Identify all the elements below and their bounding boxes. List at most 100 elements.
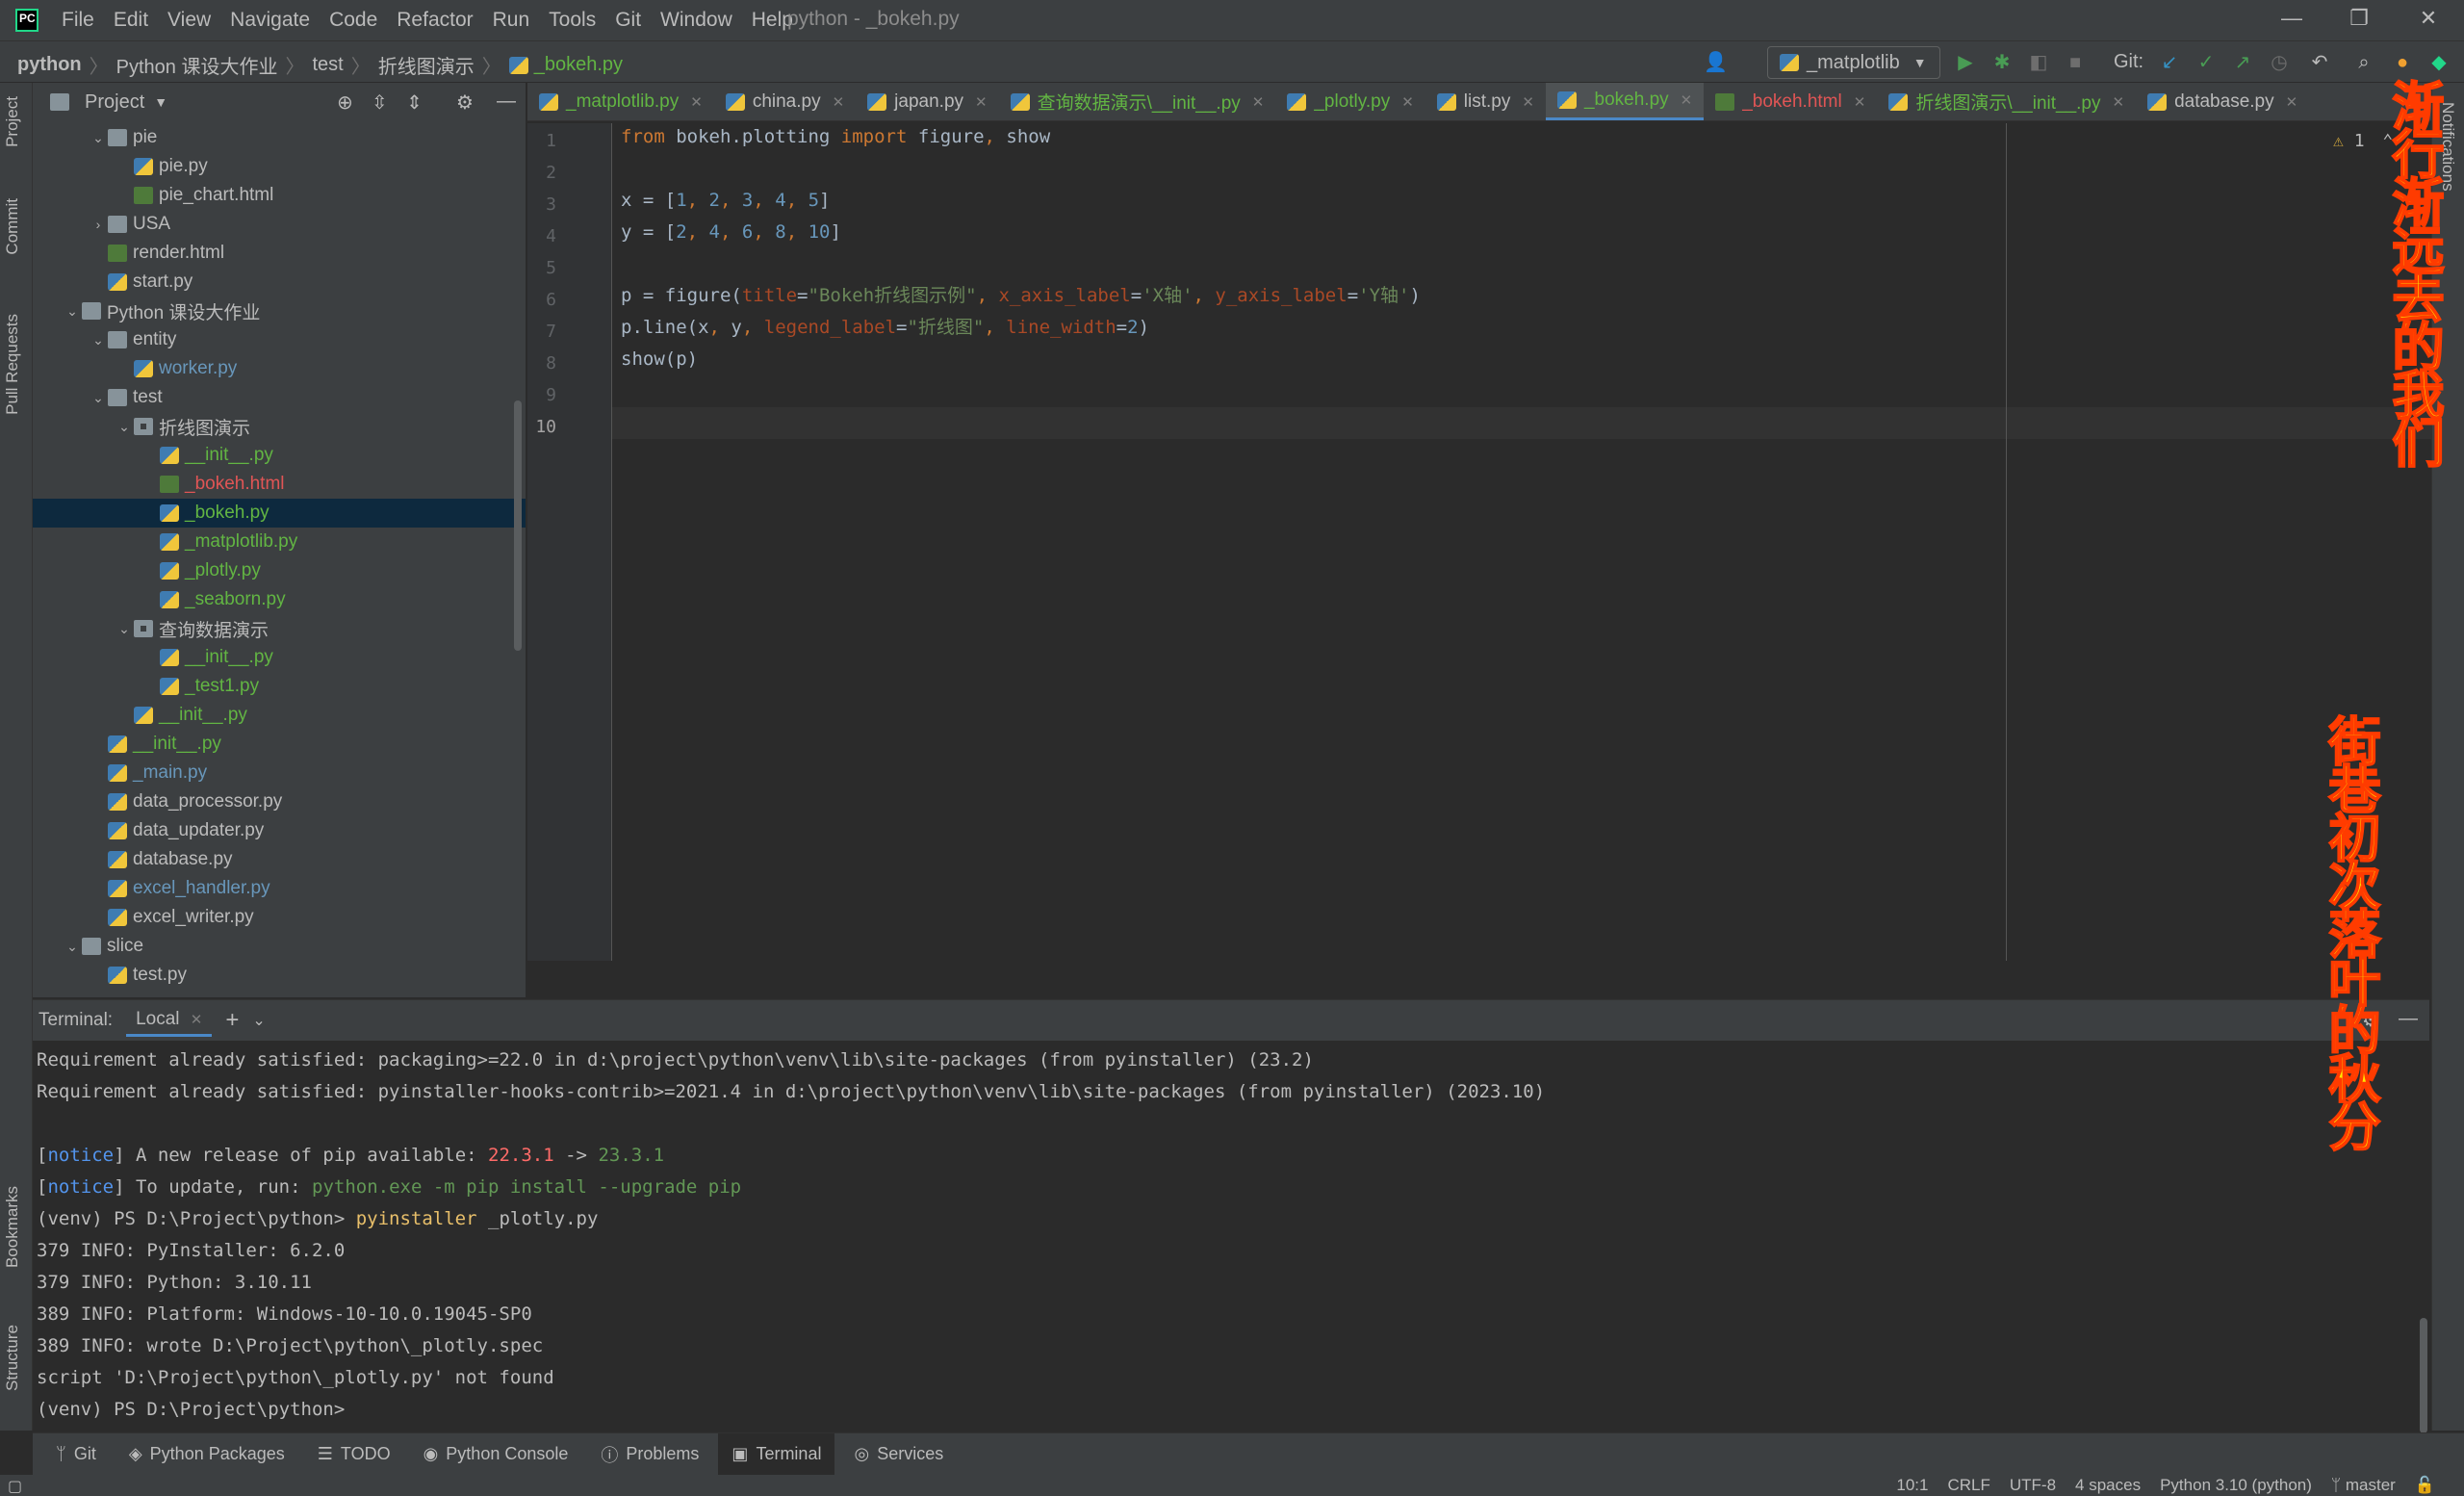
restore-icon[interactable]: ❐ <box>2345 6 2374 35</box>
tree-item[interactable]: ⌄ slice <box>33 932 526 961</box>
editor-tab[interactable]: japan.py ✕ <box>856 83 998 120</box>
close-tab-icon[interactable]: ✕ <box>191 1012 203 1028</box>
tree-item[interactable]: ⌄ test <box>33 383 526 412</box>
python-interpreter[interactable]: Python 3.10 (python) <box>2160 1476 2312 1495</box>
bookmarks-tool-tab[interactable]: Bookmarks <box>3 1186 22 1268</box>
breadcrumb-item[interactable]: 折线图演示 <box>378 51 475 79</box>
breadcrumb-item[interactable]: Python 课设大作业 <box>116 51 278 79</box>
tree-item[interactable]: _seaborn.py <box>33 585 526 614</box>
tree-item[interactable]: › USA <box>33 210 526 239</box>
close-window-icon[interactable]: ✕ <box>2414 6 2443 35</box>
terminal-tab-local[interactable]: Local ✕ <box>126 1005 213 1037</box>
editor-tab[interactable]: list.py ✕ <box>1425 83 1546 120</box>
git-push-icon[interactable]: ↗ <box>2231 51 2254 74</box>
tree-item[interactable]: ⌄ entity <box>33 325 526 354</box>
editor-tab[interactable]: _plotly.py ✕ <box>1275 83 1424 120</box>
menu-item-file[interactable]: File <box>62 9 94 32</box>
coverage-icon[interactable]: ◧ <box>2027 51 2050 74</box>
menu-item-window[interactable]: Window <box>660 9 732 32</box>
git-update-icon[interactable]: ↙ <box>2158 51 2181 74</box>
editor-tab[interactable]: database.py ✕ <box>2136 83 2309 120</box>
tree-item[interactable]: ⌄ Python 课设大作业 <box>33 297 526 325</box>
pycharm-logo-icon[interactable]: PC <box>15 9 38 32</box>
close-tab-icon[interactable]: ✕ <box>1522 93 1534 111</box>
toggle-tool-windows-icon[interactable]: ▢ <box>8 1477 22 1496</box>
tree-item[interactable]: __init__.py <box>33 441 526 470</box>
terminal-output[interactable]: Requirement already satisfied: packaging… <box>37 1045 2414 1426</box>
breadcrumb-item[interactable]: python <box>17 54 82 76</box>
line-separator[interactable]: CRLF <box>1947 1476 1989 1495</box>
chevron-down-icon[interactable]: ⌄ <box>63 939 82 955</box>
tree-item[interactable]: data_processor.py <box>33 787 526 816</box>
code-editor[interactable]: ⚠ 1 ⌃ from bokeh.plotting import figure,… <box>612 123 2431 961</box>
close-tab-icon[interactable]: ✕ <box>1252 93 1265 111</box>
menu-item-git[interactable]: Git <box>615 9 641 32</box>
tree-item[interactable]: excel_writer.py <box>33 903 526 932</box>
tree-item[interactable]: render.html <box>33 239 526 268</box>
hide-panel-icon[interactable]: — <box>2399 1008 2418 1030</box>
breadcrumb-item[interactable]: _bokeh.py <box>534 54 623 76</box>
tool-tab-python-packages[interactable]: ◈ Python Packages <box>116 1433 298 1476</box>
tree-item[interactable]: _test1.py <box>33 672 526 701</box>
tool-tab-terminal[interactable]: ▣ Terminal <box>718 1432 835 1476</box>
editor-tab[interactable]: 折线图演示\__init__.py ✕ <box>1877 83 2136 120</box>
tree-item[interactable]: database.py <box>33 845 526 874</box>
tree-item[interactable]: worker.py <box>33 354 526 383</box>
minimize-icon[interactable]: — <box>2277 6 2306 35</box>
menu-item-code[interactable]: Code <box>329 9 377 32</box>
project-tool-tab[interactable]: Project <box>3 96 22 147</box>
menu-item-tools[interactable]: Tools <box>549 9 596 32</box>
tree-item[interactable]: pie.py <box>33 152 526 181</box>
editor-tab[interactable]: _matplotlib.py ✕ <box>527 83 714 120</box>
lock-icon[interactable]: 🔓 <box>2415 1476 2435 1495</box>
tree-item[interactable]: ⌄ pie <box>33 123 526 152</box>
run-icon[interactable]: ▶ <box>1954 51 1977 74</box>
close-tab-icon[interactable]: ✕ <box>690 93 703 111</box>
project-tree-scrollbar[interactable] <box>514 400 522 651</box>
update-icon[interactable]: ● <box>2391 51 2414 74</box>
debug-icon[interactable]: ✱ <box>1990 51 2014 74</box>
commit-tool-tab[interactable]: Commit <box>3 198 22 255</box>
tree-item[interactable]: _matplotlib.py <box>33 528 526 556</box>
structure-tool-tab[interactable]: Structure <box>3 1325 22 1391</box>
caret-position[interactable]: 10:1 <box>1896 1476 1928 1495</box>
editor-tab[interactable]: 查询数据演示\__init__.py ✕ <box>999 83 1276 120</box>
close-tab-icon[interactable]: ✕ <box>1401 93 1414 111</box>
tree-item[interactable]: pie_chart.html <box>33 181 526 210</box>
tool-tab-git[interactable]: ᛘ Git <box>42 1433 110 1476</box>
tool-tab-services[interactable]: ◎ Services <box>840 1433 957 1476</box>
tree-item[interactable]: test.py <box>33 961 526 990</box>
chevron-down-icon[interactable]: ⌄ <box>252 1011 265 1030</box>
tree-item[interactable]: _bokeh.html <box>33 470 526 499</box>
tree-item[interactable]: ⌄ 折线图演示 <box>33 412 526 441</box>
tree-item[interactable]: start.py <box>33 268 526 297</box>
tree-item[interactable]: __init__.py <box>33 701 526 730</box>
menu-item-edit[interactable]: Edit <box>114 9 148 32</box>
tree-item[interactable]: excel_handler.py <box>33 874 526 903</box>
chevron-down-icon[interactable]: ⌄ <box>89 130 108 146</box>
tool-tab-todo[interactable]: ☰ TODO <box>304 1433 404 1476</box>
editor-tab[interactable]: _bokeh.html ✕ <box>1704 83 1877 120</box>
history-icon[interactable]: ◷ <box>2268 51 2291 74</box>
rollback-icon[interactable]: ↶ <box>2308 51 2331 74</box>
menu-item-view[interactable]: View <box>167 9 211 32</box>
indent-setting[interactable]: 4 spaces <box>2075 1476 2141 1495</box>
gear-icon[interactable]: ⚙ <box>456 90 474 115</box>
tree-item[interactable]: ⌄ 查询数据演示 <box>33 614 526 643</box>
expand-all-icon[interactable]: ⇳ <box>372 90 388 115</box>
close-tab-icon[interactable]: ✕ <box>2113 93 2125 111</box>
close-tab-icon[interactable]: ✕ <box>833 93 845 111</box>
hide-panel-icon[interactable]: — <box>497 90 516 113</box>
close-tab-icon[interactable]: ✕ <box>1681 91 1693 109</box>
run-configuration-select[interactable]: _matplotlib ▼ <box>1767 46 1940 79</box>
close-tab-icon[interactable]: ✕ <box>975 93 988 111</box>
project-panel-title[interactable]: Project <box>85 91 144 114</box>
editor-tab[interactable]: china.py ✕ <box>714 83 856 120</box>
collapse-all-icon[interactable]: ⇕ <box>406 90 423 115</box>
menu-item-refactor[interactable]: Refactor <box>397 9 473 32</box>
tree-item[interactable]: _plotly.py <box>33 556 526 585</box>
git-branch-widget[interactable]: ᛘ master <box>2331 1476 2396 1495</box>
terminal-scrollbar[interactable] <box>2420 1318 2427 1433</box>
editor-tab[interactable]: _bokeh.py ✕ <box>1545 83 1705 120</box>
chevron-down-icon[interactable]: ⌄ <box>63 303 82 320</box>
